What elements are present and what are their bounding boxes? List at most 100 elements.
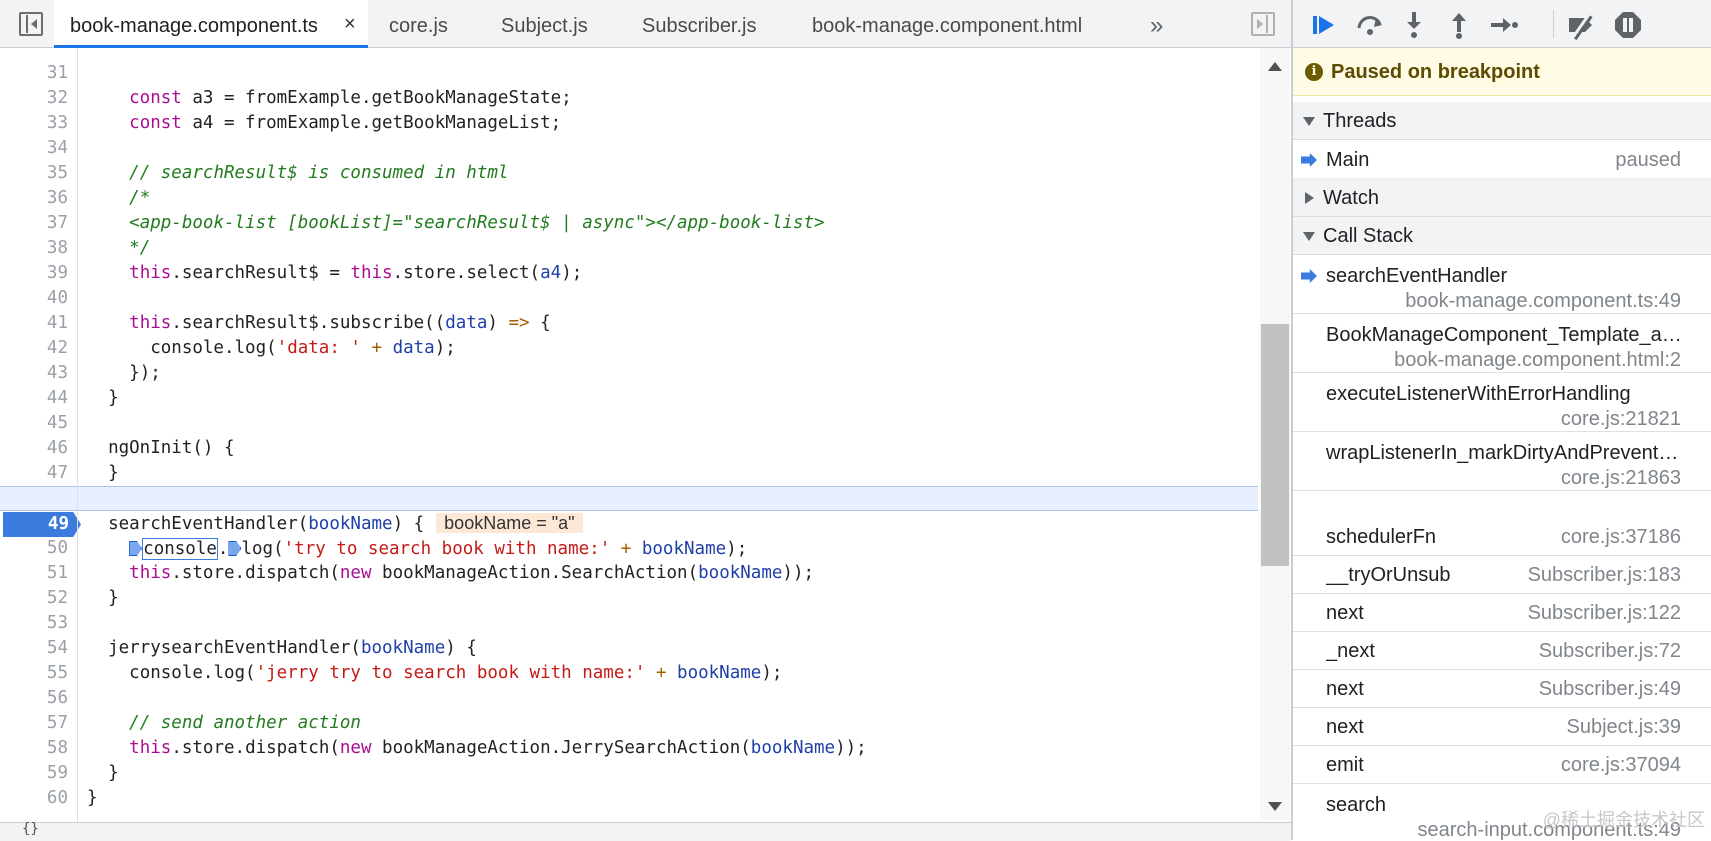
call-frame[interactable]: __tryOrUnsub Subscriber.js:183 [1293,556,1711,594]
info-icon: i [1305,63,1323,81]
tab-subscriber-js[interactable]: Subscriber.js [642,0,757,47]
code-line: 50 this.store.dispatch(new bookManageAct… [0,511,1258,583]
tab-label: Subject.js [501,15,588,37]
tab-label: core.js [389,15,448,37]
code-line: 45 ngOnInit() { [0,386,1258,458]
code-line: 33 [0,86,1258,133]
call-frame[interactable]: executeListenerWithErrorHandling core.js… [1293,373,1711,432]
tab-book-manage-component-ts[interactable]: book-manage.component.ts [54,0,368,48]
code-line: 39 [0,236,1258,283]
more-tabs-icon[interactable]: » [1150,0,1163,52]
debugger-toolbar [1293,0,1711,48]
line-number[interactable]: 60 [0,786,68,811]
call-frame-selected[interactable]: searchEventHandler book-manage.component… [1293,255,1711,314]
frame-location[interactable]: book-manage.component.html:2 [1394,347,1681,373]
call-frame[interactable]: schedulerFn core.js:37186 [1293,518,1711,556]
call-frame[interactable]: next Subscriber.js:49 [1293,670,1711,708]
section-title: Call Stack [1323,225,1414,247]
editor-scrollbar[interactable] [1260,48,1290,820]
step-out-icon[interactable] [1442,8,1476,42]
frame-function: __tryOrUnsub [1326,564,1451,586]
code-line: 34 // searchResult$ is consumed in html [0,111,1258,183]
code-line: 55 [0,636,1258,683]
code-view[interactable]: 31 const a3 = fromExample.getBookManageS… [0,48,1260,820]
frame-function: next [1326,678,1364,700]
pause-on-exceptions-icon[interactable] [1611,8,1645,42]
call-frame[interactable]: next Subscriber.js:122 [1293,594,1711,632]
code-line: 59 } [0,736,1258,808]
thread-item-main[interactable]: Main paused [1293,141,1711,179]
watermark: @稀土掘金技术社区 [1542,810,1705,830]
expand-triangle-icon [1303,232,1315,241]
frame-location[interactable]: Subject.js:39 [1566,708,1681,746]
call-frame[interactable]: emit core.js:37094 [1293,746,1711,784]
step-into-icon[interactable] [1397,8,1431,42]
frame-location[interactable]: core.js:21863 [1561,465,1681,491]
code-line: 31 const a3 = fromExample.getBookManageS… [0,48,1258,108]
frame-location[interactable]: core.js:21821 [1561,406,1681,432]
step-over-icon[interactable] [1353,8,1387,42]
frame-function: next [1326,716,1364,738]
frame-location[interactable]: Subscriber.js:72 [1539,632,1681,670]
resume-icon[interactable] [1307,8,1341,42]
code-line: 60 [0,761,1258,808]
code-line: 43 } [0,336,1258,408]
paused-on-breakpoint-banner: i Paused on breakpoint [1293,48,1711,96]
deactivate-breakpoints-icon[interactable] [1565,8,1599,42]
pretty-print-icon[interactable]: {} [22,821,39,837]
threads-section-header[interactable]: Threads [1293,102,1711,140]
watch-section-header[interactable]: Watch [1293,179,1711,217]
frame-location[interactable]: Subscriber.js:122 [1528,594,1681,632]
close-tab-icon[interactable]: × [344,0,356,48]
tab-book-manage-component-html[interactable]: book-manage.component.html [812,0,1082,47]
frame-function: schedulerFn [1326,526,1437,548]
code-line: 32 const a4 = fromExample.getBookManageL… [0,61,1258,133]
gutter-divider [77,48,78,822]
code-line: 48 searchEventHandler(bookName) {bookNam… [0,461,1258,534]
expand-triangle-icon [1303,117,1315,126]
code-line: 53 jerrysearchEventHandler(bookName) { [0,586,1258,658]
tab-core-js[interactable]: core.js [389,0,448,47]
current-frame-arrow-icon [1301,269,1317,283]
frame-location[interactable]: Subscriber.js:183 [1528,556,1681,594]
code-line: 56 // send another action [0,661,1258,733]
code-text: } [87,788,98,808]
current-execution-line: 49 console. log('try to search book with … [0,486,1258,560]
frame-location[interactable]: core.js:37094 [1561,746,1681,784]
code-line: 52 [0,561,1258,608]
tab-subject-js[interactable]: Subject.js [501,0,588,47]
scrollbar-thumb[interactable] [1261,324,1289,566]
scroll-up-icon[interactable] [1268,62,1282,71]
step-icon[interactable] [1487,8,1521,42]
code-line: 38 this.searchResult$ = this.store.selec… [0,211,1258,283]
call-frame[interactable]: next Subject.js:39 [1293,708,1711,746]
frame-function: executeListenerWithErrorHandling [1326,383,1631,405]
thread-name: Main [1326,149,1370,171]
code-line: 51 } [0,536,1258,608]
show-debugger-icon[interactable] [1251,12,1275,36]
frame-function: emit [1326,754,1364,776]
call-frame[interactable]: _next Subscriber.js:72 [1293,632,1711,670]
call-frame[interactable]: BookManageComponent_Template_a… book-man… [1293,314,1711,373]
code-line: 40 this.searchResult$.subscribe((data) =… [0,261,1258,333]
frame-function: _next [1326,640,1375,662]
code-line: 44 [0,361,1258,408]
frame-location[interactable]: core.js:37186 [1561,518,1681,556]
scroll-down-icon[interactable] [1268,802,1282,811]
code-line: 36 <app-book-list [bookList]="searchResu… [0,161,1258,233]
collapse-triangle-icon [1305,192,1314,204]
code-line: 57 this.store.dispatch(new bookManageAct… [0,686,1258,758]
show-navigator-icon[interactable] [19,12,43,36]
code-line: 37 */ [0,186,1258,258]
frame-location[interactable]: book-manage.component.ts:49 [1405,288,1681,314]
thread-status: paused [1615,149,1681,171]
call-stack-section-header[interactable]: Call Stack [1293,217,1711,255]
section-title: Threads [1323,110,1397,132]
call-frame[interactable]: wrapListenerIn_markDirtyAndPrevent… core… [1293,432,1711,491]
code-line: 35 /* [0,136,1258,208]
code-line: 42 }); [0,311,1258,383]
tab-label: book-manage.component.ts [70,15,318,37]
code-line: 46 } [0,411,1258,483]
code-line: 47 [0,436,1258,483]
frame-location[interactable]: Subscriber.js:49 [1539,670,1681,708]
